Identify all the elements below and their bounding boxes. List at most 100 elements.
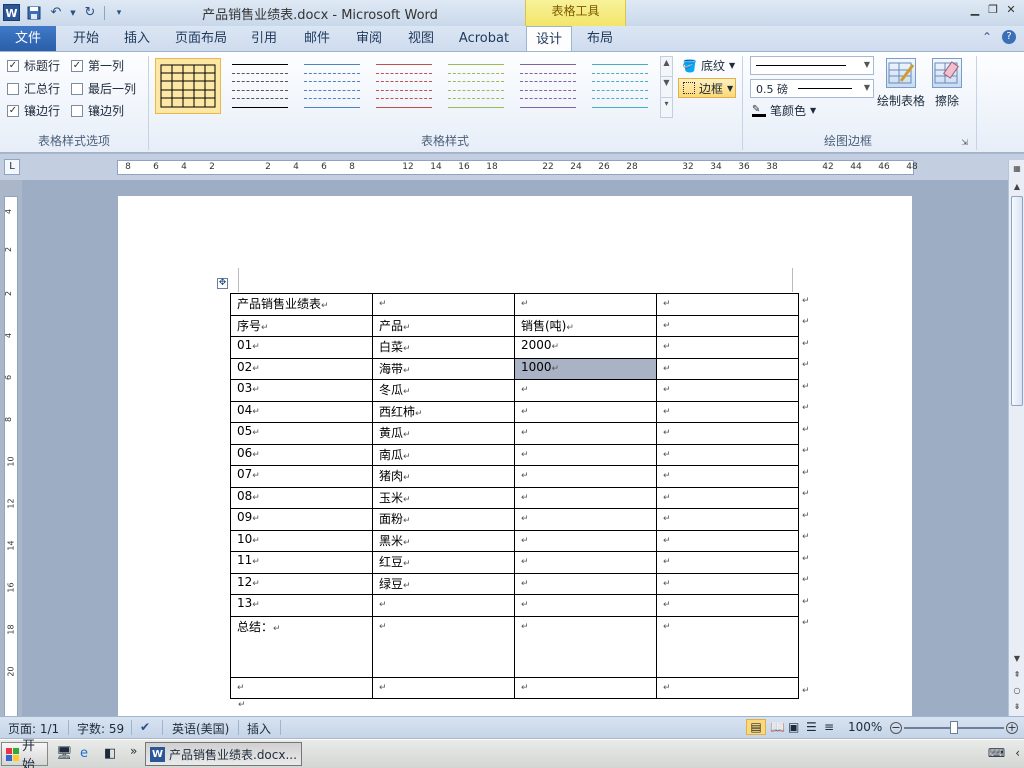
table-cell[interactable]: ↵ [656,443,799,466]
table-cell[interactable]: ↵ [372,676,515,699]
close-icon[interactable]: ✕ [1004,3,1018,17]
table-cell[interactable]: ↵ [656,465,799,488]
web-layout-icon[interactable]: ▣ [788,720,799,734]
table-style-light-shading-accent3[interactable] [443,58,509,114]
gallery-down-icon[interactable]: ▼ [661,77,672,98]
tab-view[interactable]: 视图 [401,26,441,51]
table-cell[interactable]: 面粉↵ [372,508,515,531]
table-cell[interactable]: ↵ [514,572,657,595]
table-cell[interactable]: ↵ [656,486,799,509]
draw-table-button[interactable]: 绘制表格 [877,58,925,109]
table-cell[interactable]: 红豆↵ [372,551,515,574]
table-cell[interactable]: ↵ [656,615,799,678]
table-cell[interactable]: 黑米↵ [372,529,515,552]
tab-home[interactable]: 开始 [66,26,106,51]
total-row-checkbox[interactable]: 汇总行 [7,80,60,97]
table-cell[interactable]: 12↵ [230,572,373,595]
quicklaunch-more-icon[interactable]: » [130,744,137,758]
tab-page-layout[interactable]: 页面布局 [170,26,232,51]
tab-design[interactable]: 设计 [526,26,572,52]
table-cell[interactable]: 产品↵ [372,314,515,337]
table-cell[interactable]: ↵ [656,314,799,337]
table-cell[interactable]: 13↵ [230,594,373,617]
tab-review[interactable]: 审阅 [349,26,389,51]
table-style-light-shading[interactable] [227,58,293,114]
tab-file[interactable]: 文件 [0,26,56,51]
tab-selector[interactable]: L [4,159,20,175]
tab-mailings[interactable]: 邮件 [297,26,337,51]
table-cell[interactable]: 总结：↵ [230,615,373,678]
first-column-checkbox[interactable]: ✓ 第一列 [71,57,124,74]
vertical-ruler[interactable]: 4 2 2 4 6 8 10 12 14 16 18 20 [4,196,18,718]
tray-expand-icon[interactable]: ‹ [1015,746,1020,760]
proofing-icon[interactable]: ✔ [140,720,150,734]
table-cell[interactable]: ↵ [514,379,657,402]
keyboard-icon[interactable]: ⌨ [988,746,1005,760]
eraser-button[interactable]: 擦除 [932,58,962,109]
table-cell[interactable]: 绿豆↵ [372,572,515,595]
start-button[interactable]: 开始 [1,739,48,768]
scroll-up-icon[interactable]: ▲ [1010,180,1024,194]
table-cell[interactable]: ↵ [656,379,799,402]
table-cell[interactable]: ↵ [514,293,657,316]
gallery-more-icon[interactable]: ▾ [661,98,672,117]
table-cell[interactable]: 10↵ [230,529,373,552]
draft-view-icon[interactable]: ≡ [824,720,834,734]
table-cell[interactable]: ↵ [514,594,657,617]
insert-mode-indicator[interactable]: 插入 [247,720,271,737]
table-cell[interactable]: 04↵ [230,400,373,423]
sales-table[interactable]: 产品销售业绩表↵ ↵ ↵ ↵ 序号↵ 产品↵ 销售(吨)↵ ↵ 01↵ 白菜↵ 2000↵ ↵ 02↵ 海… [230,293,799,699]
gallery-up-icon[interactable]: ▲ [661,57,672,78]
table-style-light-shading-accent4[interactable] [515,58,581,114]
tab-acrobat[interactable]: Acrobat [454,26,514,51]
pen-style-select[interactable]: ▼ [750,56,874,75]
table-cell[interactable]: 03↵ [230,379,373,402]
table-cell[interactable]: 海带↵ [372,357,515,380]
table-move-handle-icon[interactable]: ✥ [217,278,228,289]
banded-columns-checkbox[interactable]: 镶边列 [71,102,124,119]
table-cell[interactable]: 11↵ [230,551,373,574]
table-cell[interactable]: ↵ [514,676,657,699]
table-cell[interactable]: 09↵ [230,508,373,531]
table-cell[interactable]: 黄瓜↵ [372,422,515,445]
quicklaunch-desktop-icon[interactable]: 🖥 [56,746,73,761]
ruler-toggle-icon[interactable]: ▦ [1010,162,1024,176]
table-cell[interactable]: 序号↵ [230,314,373,337]
minimize-icon[interactable]: ▁ [968,3,982,17]
table-cell[interactable]: 05↵ [230,422,373,445]
zoom-in-icon[interactable]: + [1006,722,1018,734]
table-cell[interactable]: ↵ [514,400,657,423]
table-cell[interactable]: ↵ [514,551,657,574]
scroll-thumb[interactable] [1011,196,1023,406]
dialog-launcher-icon[interactable]: ⇲ [961,138,968,147]
table-cell[interactable]: ↵ [372,293,515,316]
table-cell[interactable]: 产品销售业绩表↵ [230,293,373,316]
table-cell[interactable]: 冬瓜↵ [372,379,515,402]
browse-object-icon[interactable]: ○ [1010,684,1024,698]
table-cell[interactable]: ↵ [514,422,657,445]
table-cell[interactable]: ↵ [656,400,799,423]
table-cell[interactable]: ↵ [514,486,657,509]
next-page-icon[interactable]: ⇟ [1010,700,1024,714]
table-cell[interactable]: ↵ [656,336,799,359]
tab-references[interactable]: 引用 [244,26,284,51]
table-cell[interactable]: ↵ [656,357,799,380]
taskbar-word-document[interactable]: W 产品销售业绩表.docx... [145,742,302,766]
table-style-light-shading-accent2[interactable] [371,58,437,114]
scroll-down-icon[interactable]: ▼ [1010,652,1024,666]
zoom-out-icon[interactable]: − [890,722,902,734]
table-cell[interactable]: ↵ [656,572,799,595]
shading-button[interactable]: 🪣 底纹 ▼ [682,57,735,74]
table-cell[interactable]: ↵ [656,676,799,699]
table-cell[interactable]: ↵ [656,594,799,617]
table-cell[interactable]: 08↵ [230,486,373,509]
table-cell[interactable]: ↵ [372,615,515,678]
table-style-grid[interactable] [155,58,221,114]
table-cell[interactable]: ↵ [514,615,657,678]
outline-view-icon[interactable]: ☰ [806,720,817,734]
table-cell[interactable]: ↵ [514,443,657,466]
table-cell[interactable]: ↵ [514,465,657,488]
pen-weight-select[interactable]: 0.5 磅 ▼ [750,79,874,98]
table-cell[interactable]: ↵ [372,594,515,617]
table-cell[interactable]: 猪肉↵ [372,465,515,488]
